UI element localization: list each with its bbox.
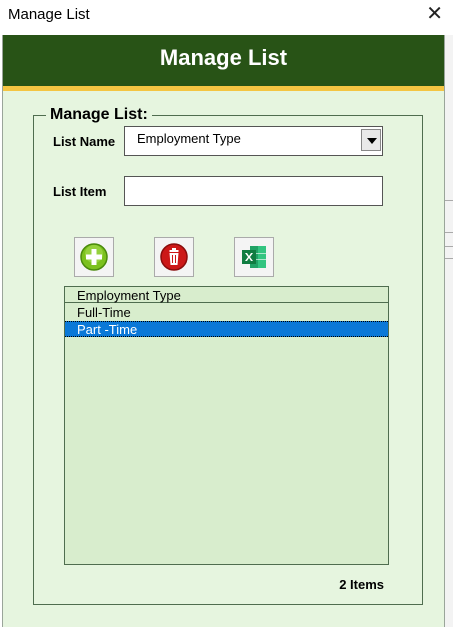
listbox-column-header: Employment Type — [65, 287, 388, 303]
manage-list-form: Manage List Manage List: List Name Emplo… — [2, 35, 445, 627]
export-excel-button[interactable] — [234, 237, 274, 277]
list-item-selected[interactable]: Part -Time — [65, 321, 388, 337]
edge-line — [445, 200, 453, 201]
trash-icon — [160, 243, 188, 271]
plus-icon — [80, 243, 108, 271]
edge-line — [445, 232, 453, 233]
list-item[interactable]: Full-Time — [65, 305, 388, 321]
edge-line — [445, 258, 453, 259]
title-bar: Manage List ✕ — [0, 0, 453, 30]
window-title: Manage List — [8, 6, 90, 23]
list-item-label: List Item — [53, 184, 107, 199]
edge-line — [445, 246, 453, 247]
excel-icon — [242, 246, 266, 268]
close-icon[interactable]: ✕ — [426, 3, 443, 25]
form-header-title: Manage List — [159, 45, 288, 70]
list-items-listbox[interactable]: Employment Type Full-Time Part -Time — [64, 286, 389, 565]
form-header: Manage List — [3, 35, 444, 86]
delete-item-button[interactable] — [154, 237, 194, 277]
list-name-label: List Name — [53, 134, 116, 149]
manage-list-frame: Manage List: List Name Employment Type L… — [33, 106, 423, 605]
chevron-down-icon[interactable] — [361, 129, 381, 151]
item-count: 2 Items — [339, 577, 384, 592]
add-item-button[interactable] — [74, 237, 114, 277]
header-stripe — [3, 86, 444, 91]
list-name-combobox[interactable]: Employment Type — [124, 126, 383, 156]
list-name-value: Employment Type — [137, 131, 241, 146]
frame-legend: Manage List: — [46, 106, 152, 124]
list-item-input[interactable] — [124, 176, 383, 206]
